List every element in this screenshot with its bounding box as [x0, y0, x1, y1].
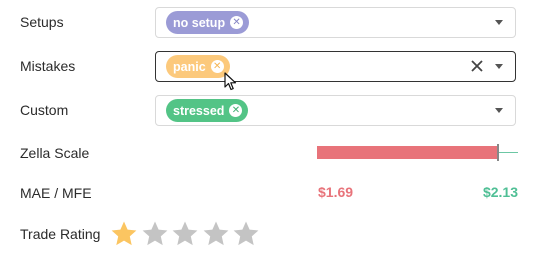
zella-scale-bar: [317, 144, 518, 161]
custom-label: Custom: [20, 102, 69, 118]
mfe-value: $2.13: [482, 184, 518, 200]
zella-scale-fill: [317, 146, 498, 159]
mistakes-chip: panic ✕: [166, 55, 230, 78]
setups-label: Setups: [20, 14, 64, 30]
zella-scale-remainder: [499, 152, 518, 153]
clear-icon[interactable]: [469, 58, 485, 74]
mae-mfe-label: MAE / MFE: [20, 185, 92, 201]
trade-rating-label: Trade Rating: [20, 226, 101, 242]
mistakes-chip-label: panic: [173, 59, 206, 74]
star-filled-icon[interactable]: [109, 219, 139, 249]
setups-chip: no setup ✕: [166, 11, 250, 34]
star-empty-icon[interactable]: [170, 219, 200, 249]
remove-chip-icon[interactable]: ✕: [230, 16, 244, 29]
setups-chip-label: no setup: [173, 15, 226, 30]
custom-chip: stressed ✕: [166, 99, 249, 122]
mistakes-label: Mistakes: [20, 58, 76, 74]
chevron-down-icon[interactable]: [495, 108, 503, 113]
remove-chip-icon[interactable]: ✕: [210, 60, 224, 73]
star-rating[interactable]: [109, 219, 262, 249]
star-empty-icon[interactable]: [201, 219, 231, 249]
mae-value: $1.69: [318, 184, 354, 200]
star-empty-icon[interactable]: [140, 219, 170, 249]
zella-scale-label: Zella Scale: [20, 145, 90, 161]
custom-select[interactable]: stressed ✕: [155, 95, 516, 126]
star-empty-icon[interactable]: [231, 219, 261, 249]
mistakes-select[interactable]: panic ✕: [155, 51, 516, 82]
remove-chip-icon[interactable]: ✕: [229, 104, 243, 117]
chevron-down-icon[interactable]: [495, 20, 503, 25]
setups-select[interactable]: no setup ✕: [155, 7, 516, 38]
chevron-down-icon[interactable]: [495, 64, 503, 69]
custom-chip-label: stressed: [173, 103, 225, 118]
mouse-cursor-icon: [224, 72, 237, 91]
